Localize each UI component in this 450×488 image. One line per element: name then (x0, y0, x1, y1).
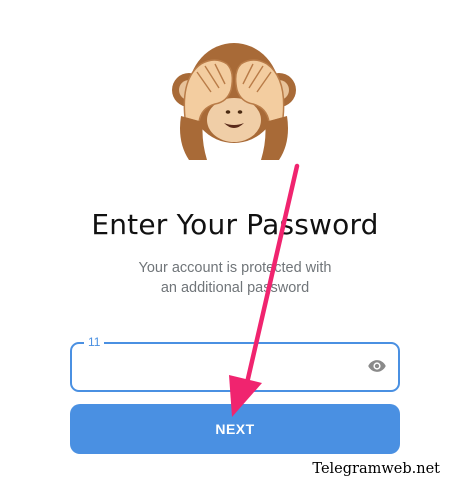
next-button[interactable]: NEXT (70, 404, 400, 454)
eye-icon[interactable] (366, 356, 388, 376)
monkey-covering-eyes-icon (172, 43, 296, 160)
page-title: Enter Your Password (91, 208, 379, 241)
page-subtitle: Your account is protected with an additi… (0, 258, 450, 298)
watermark-text: Telegramweb.net (312, 461, 440, 477)
password-field[interactable]: 11 (70, 335, 400, 392)
subtitle-line-2: an additional password (160, 280, 310, 296)
subtitle-line-1: Your account is protected with (138, 260, 332, 276)
password-field-label: 11 (84, 335, 105, 349)
password-input[interactable] (84, 353, 358, 381)
